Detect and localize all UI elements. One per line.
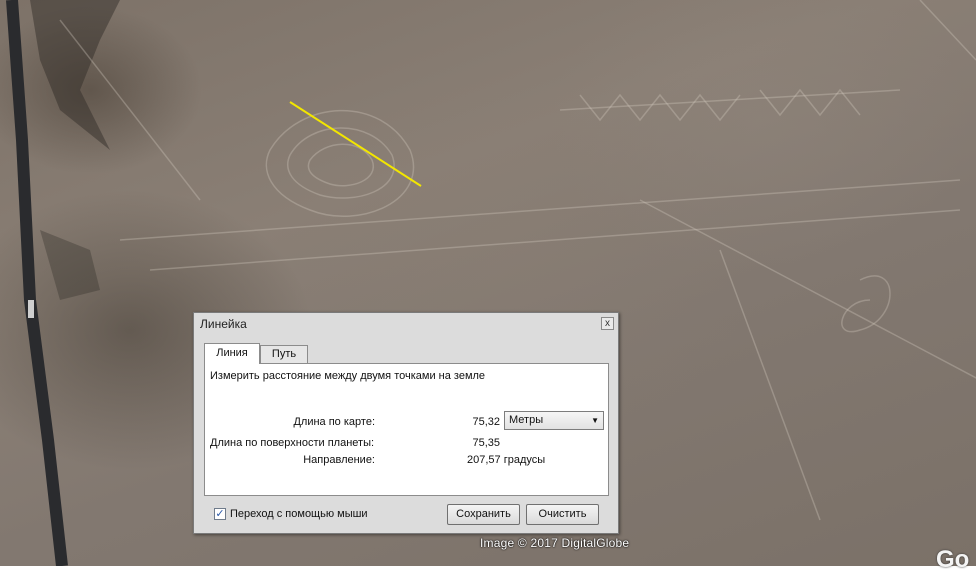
chevron-down-icon: ▼: [591, 416, 599, 425]
terrain-shadow: [30, 0, 120, 150]
map-length-value: 75,32: [472, 416, 500, 428]
heading-label: Направление:: [303, 454, 375, 466]
terrain-shadow: [40, 230, 100, 300]
imagery-copyright: Image © 2017 DigitalGlobe: [480, 536, 630, 550]
units-dropdown[interactable]: Метры ▼: [504, 411, 604, 430]
tab-panel: Измерить расстояние между двумя точками …: [204, 363, 609, 496]
clear-button[interactable]: Очистить: [526, 504, 599, 525]
units-selected: Метры: [509, 414, 544, 426]
checkmark-icon: ✓: [215, 508, 225, 520]
tab-path[interactable]: Путь: [260, 345, 308, 363]
google-logo: Go: [936, 546, 970, 573]
mouse-nav-label: Переход с помощью мыши: [230, 508, 368, 520]
tab-line[interactable]: Линия: [204, 343, 260, 364]
surface-length-label: Длина по поверхности планеты:: [210, 437, 375, 449]
dialog-titlebar[interactable]: Линейка x: [194, 313, 618, 335]
ruler-dialog: Линейка x Линия Путь Измерить расстояние…: [193, 312, 619, 534]
dialog-title: Линейка: [200, 317, 247, 331]
measure-description: Измерить расстояние между двумя точками …: [210, 370, 486, 382]
save-button[interactable]: Сохранить: [447, 504, 520, 525]
close-icon[interactable]: x: [601, 317, 614, 330]
mouse-nav-checkbox[interactable]: ✓: [214, 508, 226, 520]
surface-length-value: 75,35: [472, 437, 500, 449]
vehicle: [28, 300, 34, 318]
map-length-label: Длина по карте:: [293, 416, 375, 428]
measure-line[interactable]: [289, 101, 422, 187]
heading-value: 207,57 градусы: [467, 454, 546, 466]
